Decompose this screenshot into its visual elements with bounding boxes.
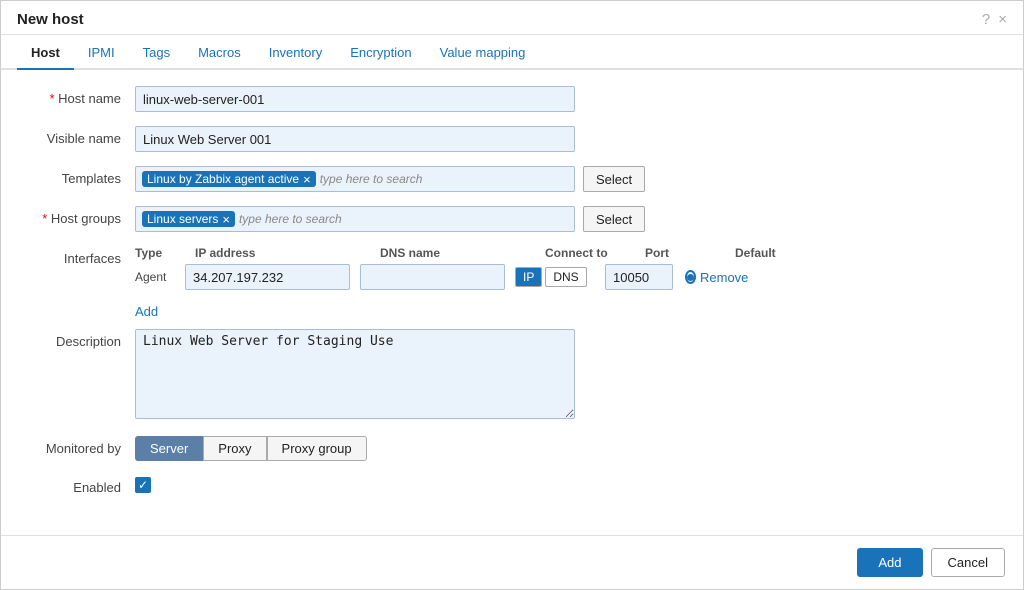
description-control: Linux Web Server for Staging Use <box>135 329 575 422</box>
form-body: Host name Visible name Templates Linux b… <box>1 70 1023 521</box>
interface-ip-control <box>185 264 360 290</box>
add-interface-link[interactable]: Add <box>135 304 999 319</box>
tab-ipmi[interactable]: IPMI <box>74 35 129 70</box>
tabs: Host IPMI Tags Macros Inventory Encrypti… <box>1 35 1023 70</box>
description-row: Description Linux Web Server for Staging… <box>25 329 999 422</box>
monitored-by-row: Monitored by Server Proxy Proxy group <box>25 436 999 461</box>
cancel-button[interactable]: Cancel <box>931 548 1005 577</box>
new-host-dialog: New host ? × Host IPMI Tags Macros Inven… <box>0 0 1024 590</box>
enabled-label: Enabled <box>25 475 135 495</box>
templates-tag-close[interactable]: × <box>303 173 311 186</box>
dialog-footer: Add Cancel <box>1 535 1023 589</box>
enabled-row: Enabled <box>25 475 999 495</box>
tab-tags[interactable]: Tags <box>129 35 184 70</box>
interface-default-radio[interactable] <box>685 270 696 284</box>
interface-port-control <box>605 264 685 290</box>
templates-tag-input[interactable]: Linux by Zabbix agent active × type here… <box>135 166 575 192</box>
monitor-proxy-btn[interactable]: Proxy <box>203 436 266 461</box>
col-type-header: Type <box>135 246 185 260</box>
interfaces-section: Type IP address DNS name Connect to Port… <box>135 246 999 290</box>
interface-port-input[interactable] <box>605 264 673 290</box>
interface-connect-btns: IP DNS <box>515 267 605 287</box>
visible-name-control <box>135 126 575 152</box>
interface-ip-input[interactable] <box>185 264 350 290</box>
add-button[interactable]: Add <box>857 548 922 577</box>
connect-ip-btn[interactable]: IP <box>515 267 542 287</box>
visible-name-input[interactable] <box>135 126 575 152</box>
host-groups-placeholder: type here to search <box>239 212 342 226</box>
templates-placeholder: type here to search <box>320 172 423 186</box>
templates-tag-text: Linux by Zabbix agent active <box>147 172 299 186</box>
connect-dns-btn[interactable]: DNS <box>545 267 586 287</box>
tab-value-mapping[interactable]: Value mapping <box>426 35 540 70</box>
host-name-input[interactable] <box>135 86 575 112</box>
host-name-label: Host name <box>25 86 135 106</box>
tab-host[interactable]: Host <box>17 35 74 70</box>
interface-default-control: Remove <box>685 270 745 285</box>
description-textarea[interactable]: Linux Web Server for Staging Use <box>135 329 575 419</box>
monitor-server-btn[interactable]: Server <box>135 436 203 461</box>
tab-inventory[interactable]: Inventory <box>255 35 336 70</box>
interface-row: Agent IP DNS <box>135 264 999 290</box>
tab-encryption[interactable]: Encryption <box>336 35 425 70</box>
col-connect-header: Connect to <box>545 246 635 260</box>
dialog-title: New host <box>17 11 84 28</box>
interface-dns-control <box>360 264 515 290</box>
host-groups-row: Host groups Linux servers × type here to… <box>25 206 999 232</box>
col-port-header: Port <box>645 246 725 260</box>
interface-dns-input[interactable] <box>360 264 505 290</box>
templates-tag: Linux by Zabbix agent active × <box>142 171 316 187</box>
dialog-header: New host ? × <box>1 1 1023 35</box>
header-actions: ? × <box>982 11 1007 28</box>
interface-agent-type: Agent <box>135 270 185 284</box>
visible-name-row: Visible name <box>25 126 999 152</box>
description-label: Description <box>25 329 135 349</box>
interfaces-header: Type IP address DNS name Connect to Port… <box>135 246 999 264</box>
host-groups-tag-close[interactable]: × <box>222 213 230 226</box>
host-groups-tag: Linux servers × <box>142 211 235 227</box>
col-ip-header: IP address <box>195 246 370 260</box>
templates-select-btn[interactable]: Select <box>583 166 645 192</box>
interface-remove-link[interactable]: Remove <box>700 270 748 285</box>
templates-control: Linux by Zabbix agent active × type here… <box>135 166 645 192</box>
col-default-header: Default <box>735 246 795 260</box>
host-name-row: Host name <box>25 86 999 112</box>
monitor-proxy-group-btn[interactable]: Proxy group <box>267 436 367 461</box>
templates-label: Templates <box>25 166 135 186</box>
visible-name-label: Visible name <box>25 126 135 146</box>
host-groups-label: Host groups <box>25 206 135 226</box>
host-groups-tag-text: Linux servers <box>147 212 218 226</box>
host-groups-control: Linux servers × type here to search Sele… <box>135 206 645 232</box>
host-groups-select-btn[interactable]: Select <box>583 206 645 232</box>
close-icon[interactable]: × <box>998 11 1007 28</box>
interfaces-label: Interfaces <box>25 246 135 266</box>
templates-row: Templates Linux by Zabbix agent active ×… <box>25 166 999 192</box>
monitored-by-label: Monitored by <box>25 436 135 456</box>
enabled-checkbox[interactable] <box>135 477 151 493</box>
tab-macros[interactable]: Macros <box>184 35 255 70</box>
monitored-btns: Server Proxy Proxy group <box>135 436 367 461</box>
interfaces-row: Interfaces Type IP address DNS name Conn… <box>25 246 999 290</box>
host-name-control <box>135 86 575 112</box>
col-dns-header: DNS name <box>380 246 535 260</box>
host-groups-tag-input[interactable]: Linux servers × type here to search <box>135 206 575 232</box>
help-icon[interactable]: ? <box>982 11 990 28</box>
